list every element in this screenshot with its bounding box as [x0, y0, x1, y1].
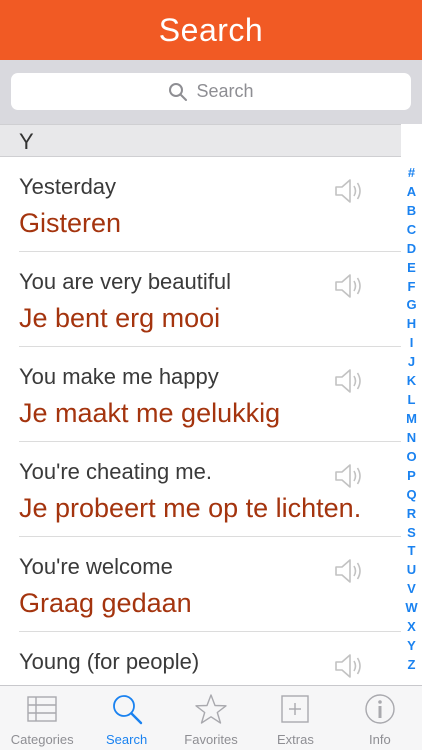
list-icon — [27, 696, 57, 722]
index-letter[interactable]: B — [407, 203, 416, 218]
list-item[interactable]: You make me happy Je maakt me gelukkig — [19, 347, 401, 442]
phrase-translation: Gisteren — [19, 208, 122, 238]
tab-info[interactable]: Info — [338, 686, 422, 750]
index-letter[interactable]: R — [407, 506, 416, 521]
index-letter[interactable]: P — [407, 468, 416, 483]
phrase-english: Young (for people) — [19, 649, 200, 674]
index-letter[interactable]: H — [407, 317, 416, 331]
index-letter[interactable]: Q — [406, 487, 416, 502]
index-letter[interactable]: L — [408, 393, 416, 407]
phrase-english: You're welcome — [19, 554, 173, 579]
list-item[interactable]: You are very beautiful Je bent erg mooi — [19, 252, 401, 347]
search-input[interactable]: Search — [11, 73, 411, 110]
nav-header: Search — [0, 0, 422, 60]
index-letter[interactable]: N — [407, 430, 416, 445]
speaker-icon[interactable] — [333, 177, 365, 205]
list-item[interactable]: Young (for people) — [19, 632, 401, 685]
phrase-english: Yesterday — [19, 174, 117, 199]
index-letter[interactable]: G — [406, 298, 416, 312]
phrase-english: You're cheating me. — [19, 459, 212, 484]
tab-label: Categories — [10, 732, 74, 747]
speaker-icon[interactable] — [333, 462, 365, 490]
index-letter[interactable]: Y — [407, 639, 416, 653]
phrase-translation: Je bent erg mooi — [19, 303, 221, 333]
index-letter[interactable]: F — [408, 279, 416, 294]
index-letter[interactable]: E — [407, 260, 416, 275]
index-letter[interactable]: W — [405, 601, 417, 615]
speaker-icon[interactable] — [333, 652, 365, 680]
search-area: Search — [0, 60, 422, 124]
tab-label: Favorites — [184, 732, 238, 747]
phrase-translation: Je probeert me op te lichten. — [19, 493, 362, 523]
tab-label: Info — [368, 732, 391, 747]
plus-box-icon — [281, 695, 310, 723]
tab-label: Extras — [277, 732, 314, 747]
index-letter[interactable]: I — [410, 336, 414, 350]
index-letter[interactable]: X — [407, 620, 416, 634]
index-letter[interactable]: V — [407, 582, 416, 596]
list-item[interactable]: Yesterday Gisteren — [19, 157, 401, 252]
index-letter[interactable]: Z — [408, 657, 416, 672]
tab-search[interactable]: Search — [84, 686, 168, 750]
list-item[interactable]: You're welcome Graag gedaan — [19, 537, 401, 632]
speaker-icon[interactable] — [333, 367, 365, 395]
index-letter[interactable]: J — [408, 355, 415, 369]
page-title: Search — [158, 11, 264, 48]
phrase-english: You are very beautiful — [19, 269, 231, 294]
index-letter[interactable]: K — [407, 374, 416, 388]
tab-label: Search — [106, 732, 148, 747]
search-placeholder: Search — [196, 81, 254, 101]
tab-favorites[interactable]: Favorites — [169, 686, 253, 750]
phrase-list: Yesterday Gisteren You are very beautifu… — [0, 157, 401, 685]
index-letter[interactable]: U — [407, 563, 416, 577]
index-letter[interactable]: D — [407, 241, 416, 256]
list-item[interactable]: You're cheating me. Je probeert me op te… — [19, 442, 401, 537]
speaker-icon[interactable] — [333, 557, 365, 585]
search-icon — [112, 695, 142, 725]
section-index[interactable]: # A B C D E F G H I J K L M N O P Q R S T U V W X Y Z — [401, 166, 422, 672]
phrase-translation: Graag gedaan — [19, 588, 192, 618]
index-letter[interactable]: # — [408, 166, 415, 180]
star-icon — [195, 694, 227, 724]
index-letter[interactable]: A — [407, 184, 416, 199]
section-letter: Y — [19, 129, 34, 154]
search-icon — [169, 82, 188, 101]
phrase-translation: Je maakt me gelukkig — [19, 398, 281, 428]
index-letter[interactable]: M — [406, 411, 417, 426]
index-letter[interactable]: C — [407, 222, 416, 237]
section-header: Y — [0, 124, 401, 157]
tab-extras[interactable]: Extras — [253, 686, 337, 750]
index-letter[interactable]: S — [407, 525, 416, 540]
speaker-icon[interactable] — [333, 272, 365, 300]
index-letter[interactable]: T — [408, 544, 416, 558]
phrase-english: You make me happy — [19, 364, 219, 389]
tab-bar: Categories Search Favorites Extras Info — [0, 685, 422, 750]
tab-categories[interactable]: Categories — [0, 686, 84, 750]
index-letter[interactable]: O — [406, 449, 416, 464]
info-icon — [365, 694, 395, 724]
